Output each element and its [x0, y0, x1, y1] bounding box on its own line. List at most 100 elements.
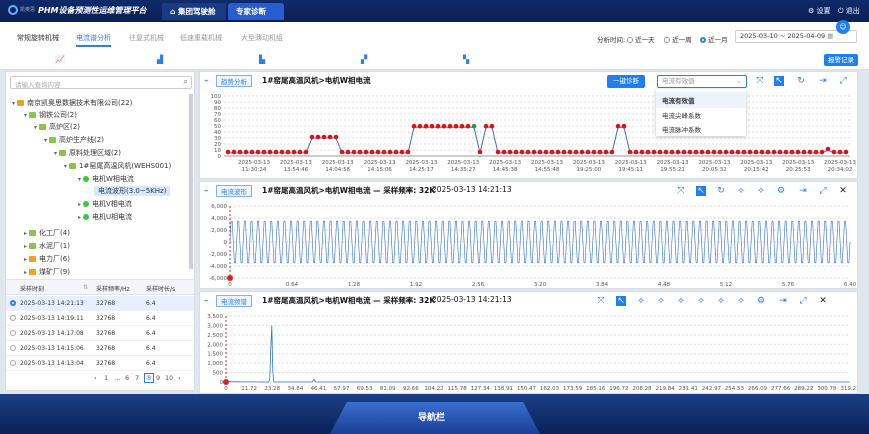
tab-group-cockpit[interactable]: ⌂ 集团驾驶舱 [162, 3, 226, 20]
tab-rotating-machinery[interactable]: 常规旋转机械 [17, 33, 59, 43]
cursor-1-icon[interactable]: ⟡ [736, 186, 746, 196]
page-6[interactable]: 6 [125, 374, 129, 382]
row-radio[interactable] [10, 315, 16, 321]
tree-node-waveform[interactable]: 电流波形(3.0~5KHz) [94, 186, 171, 196]
trend-point [399, 149, 405, 155]
sample-row[interactable]: 2025-03-13 14:15:06 32768 6.4 [6, 341, 194, 356]
sort-icon[interactable]: ⇅ [83, 284, 88, 291]
export-icon[interactable]: ⇥ [818, 76, 828, 86]
next-page-button[interactable]: › [178, 374, 181, 382]
tree-node-fan[interactable]: ▾ 1#窑尾高温风机(WEHS001) [64, 161, 171, 171]
trend-point [267, 149, 273, 155]
trend-point [843, 149, 849, 155]
alarm-record-button[interactable]: 报警记录 [824, 54, 858, 66]
refresh-icon[interactable]: ↻ [796, 76, 806, 86]
sample-cell: 32768 [96, 300, 116, 307]
fullscreen-icon[interactable]: ⤢ [818, 186, 828, 196]
close-icon[interactable]: ✕ [818, 296, 828, 306]
page-ellipsis[interactable]: … [114, 374, 121, 382]
tree-node-power[interactable]: ▸ 电力厂(6) [24, 254, 70, 264]
tree-scrollbar[interactable] [189, 94, 193, 269]
tree-node-coal[interactable]: ▸ 煤矿厂(9) [24, 267, 70, 277]
cursor-2-icon[interactable]: ⟡ [756, 186, 766, 196]
refresh-icon[interactable]: ↻ [716, 186, 726, 196]
row-radio[interactable] [10, 345, 16, 351]
page-7[interactable]: 7 [135, 374, 139, 382]
one-click-diagnosis-button[interactable]: 一键诊断 [607, 75, 645, 88]
spectrum-chart[interactable]: 3,500 3,000 2,500 2,000 1,500 1,000 500 00 11.72… [200, 308, 857, 394]
logout-button[interactable]: ⏻ 退出 [838, 6, 860, 16]
tree-node-material[interactable]: ▾ 原料处理区域(2) [54, 148, 121, 158]
row-radio[interactable] [10, 330, 16, 336]
tree-node-chemical[interactable]: ▸ 化工厂(4) [24, 228, 70, 238]
chart-tool-2-icon[interactable]: ▟ [157, 55, 163, 64]
cursor-3-icon[interactable]: ⟡ [676, 296, 686, 306]
page-1[interactable]: 1 [104, 374, 108, 382]
prev-page-button[interactable]: ‹ [94, 374, 97, 382]
page-8-current[interactable]: 8 [144, 373, 155, 383]
fullscreen-icon[interactable]: ⤢ [798, 296, 808, 306]
gear-icon[interactable]: ⚙ [756, 296, 766, 306]
option-rms[interactable]: 电流有效值 [656, 92, 746, 108]
select-icon[interactable]: ↖ [774, 76, 784, 86]
metric-select[interactable]: 电流有效值 ⌄ [657, 75, 747, 88]
sample-row[interactable]: 2025-03-13 14:13:04 32768 6.4 [6, 356, 194, 371]
row-radio[interactable] [10, 300, 16, 306]
cursor-1-icon[interactable]: ⟡ [636, 296, 646, 306]
x-tick-time: 20:05:32 [702, 167, 727, 173]
waveform-chart[interactable]: 6,0004,0002,0000-2,000-4,000-6,0000 0.64 1… [200, 198, 857, 290]
chart-tool-3-icon[interactable]: ▙ [259, 55, 265, 64]
chart-tool-5-icon[interactable]: ▚ [463, 55, 469, 64]
tab-reciprocating[interactable]: 往复式机械 [129, 33, 164, 43]
tree-node-w-phase[interactable]: ▾ 电机W相电流 [78, 174, 134, 184]
cursor-6-icon[interactable]: ⟡ [736, 296, 746, 306]
export-icon[interactable]: ⇥ [778, 296, 788, 306]
search-input[interactable]: 请输入查询内容 ⌕ [10, 76, 192, 89]
gear-icon[interactable]: ⚙ [776, 186, 786, 196]
zoom-icon[interactable]: ⤧ [596, 296, 606, 306]
chart-tool-4-icon[interactable]: ▞ [361, 55, 367, 64]
close-icon[interactable]: ✕ [838, 186, 848, 196]
trend-chart[interactable]: 10090807060504030201002025-03-1311:30:24… [200, 90, 857, 180]
select-icon[interactable]: ↖ [696, 186, 706, 196]
select-icon[interactable]: ↖ [616, 296, 626, 306]
search-icon[interactable]: ⌕ [184, 77, 188, 87]
sample-row[interactable]: 2025-03-13 14:21:13 32768 6.4 [6, 296, 194, 311]
export-icon[interactable]: ⇥ [798, 186, 808, 196]
tab-expert-diagnosis[interactable]: 专家诊断× [228, 3, 284, 33]
row-radio[interactable] [10, 360, 16, 366]
range-day[interactable]: 近一天 [627, 34, 655, 44]
tab-low-speed[interactable]: 低速重载机械 [180, 33, 222, 43]
x-tick-label: 23.28 [264, 386, 280, 392]
cursor-4-icon[interactable]: ⟡ [696, 296, 706, 306]
tree-node-cement[interactable]: ▸ 水泥厂(1) [24, 241, 70, 251]
cursor-2-icon[interactable]: ⟡ [656, 296, 666, 306]
trend-point [333, 134, 339, 140]
tree-node-u-phase[interactable]: ▸ 电机U相电流 [78, 212, 132, 222]
cursor-5-icon[interactable]: ⟡ [716, 296, 726, 306]
zoom-icon[interactable]: ⤧ [676, 186, 686, 196]
sample-row[interactable]: 2025-03-13 14:17:08 32768 6.4 [6, 326, 194, 341]
chat-bubble-icon[interactable]: ☺ [836, 20, 850, 34]
chart-tool-1-icon[interactable]: 📈 [55, 55, 65, 64]
nav-label[interactable]: 导航栏 [418, 410, 445, 423]
tab-large-unit[interactable]: 大型薄动机组 [241, 33, 283, 43]
range-week[interactable]: 近一周 [664, 34, 692, 44]
trend-point [603, 149, 609, 155]
settings-button[interactable]: ⚙ 设置 [808, 6, 831, 16]
fullscreen-icon[interactable]: ⤢ [838, 76, 848, 86]
sample-row[interactable]: 2025-03-13 14:19:11 32768 6.4 [6, 311, 194, 326]
x-tick-label: 2.56 [472, 282, 485, 288]
option-impulse[interactable]: 电流脉冲系数 [656, 121, 707, 137]
range-month[interactable]: 近一月 [700, 34, 728, 44]
sample-table-header: 采样时刻 采样频率/Hz ⇅ 采样时长/s [6, 279, 194, 295]
zoom-icon[interactable]: ⤧ [755, 76, 765, 86]
tree-node-blast-furnace[interactable]: ▾ 高炉区(2) [34, 122, 80, 132]
tree-node-v-phase[interactable]: ▸ 电机V相电流 [78, 199, 132, 209]
tab-current-spectrum[interactable]: 电流谱分析 [76, 33, 111, 47]
tree-node-company[interactable]: ▾ 南京凯奥思数据技术有限公司(22) [12, 98, 132, 108]
tree-node-steel[interactable]: ▾ 钢铁公司(2) [24, 110, 77, 120]
page-10[interactable]: 10 [165, 374, 173, 382]
tree-node-line[interactable]: ▾ 高炉生产线(2) [44, 135, 104, 145]
page-9[interactable]: 9 [156, 374, 160, 382]
